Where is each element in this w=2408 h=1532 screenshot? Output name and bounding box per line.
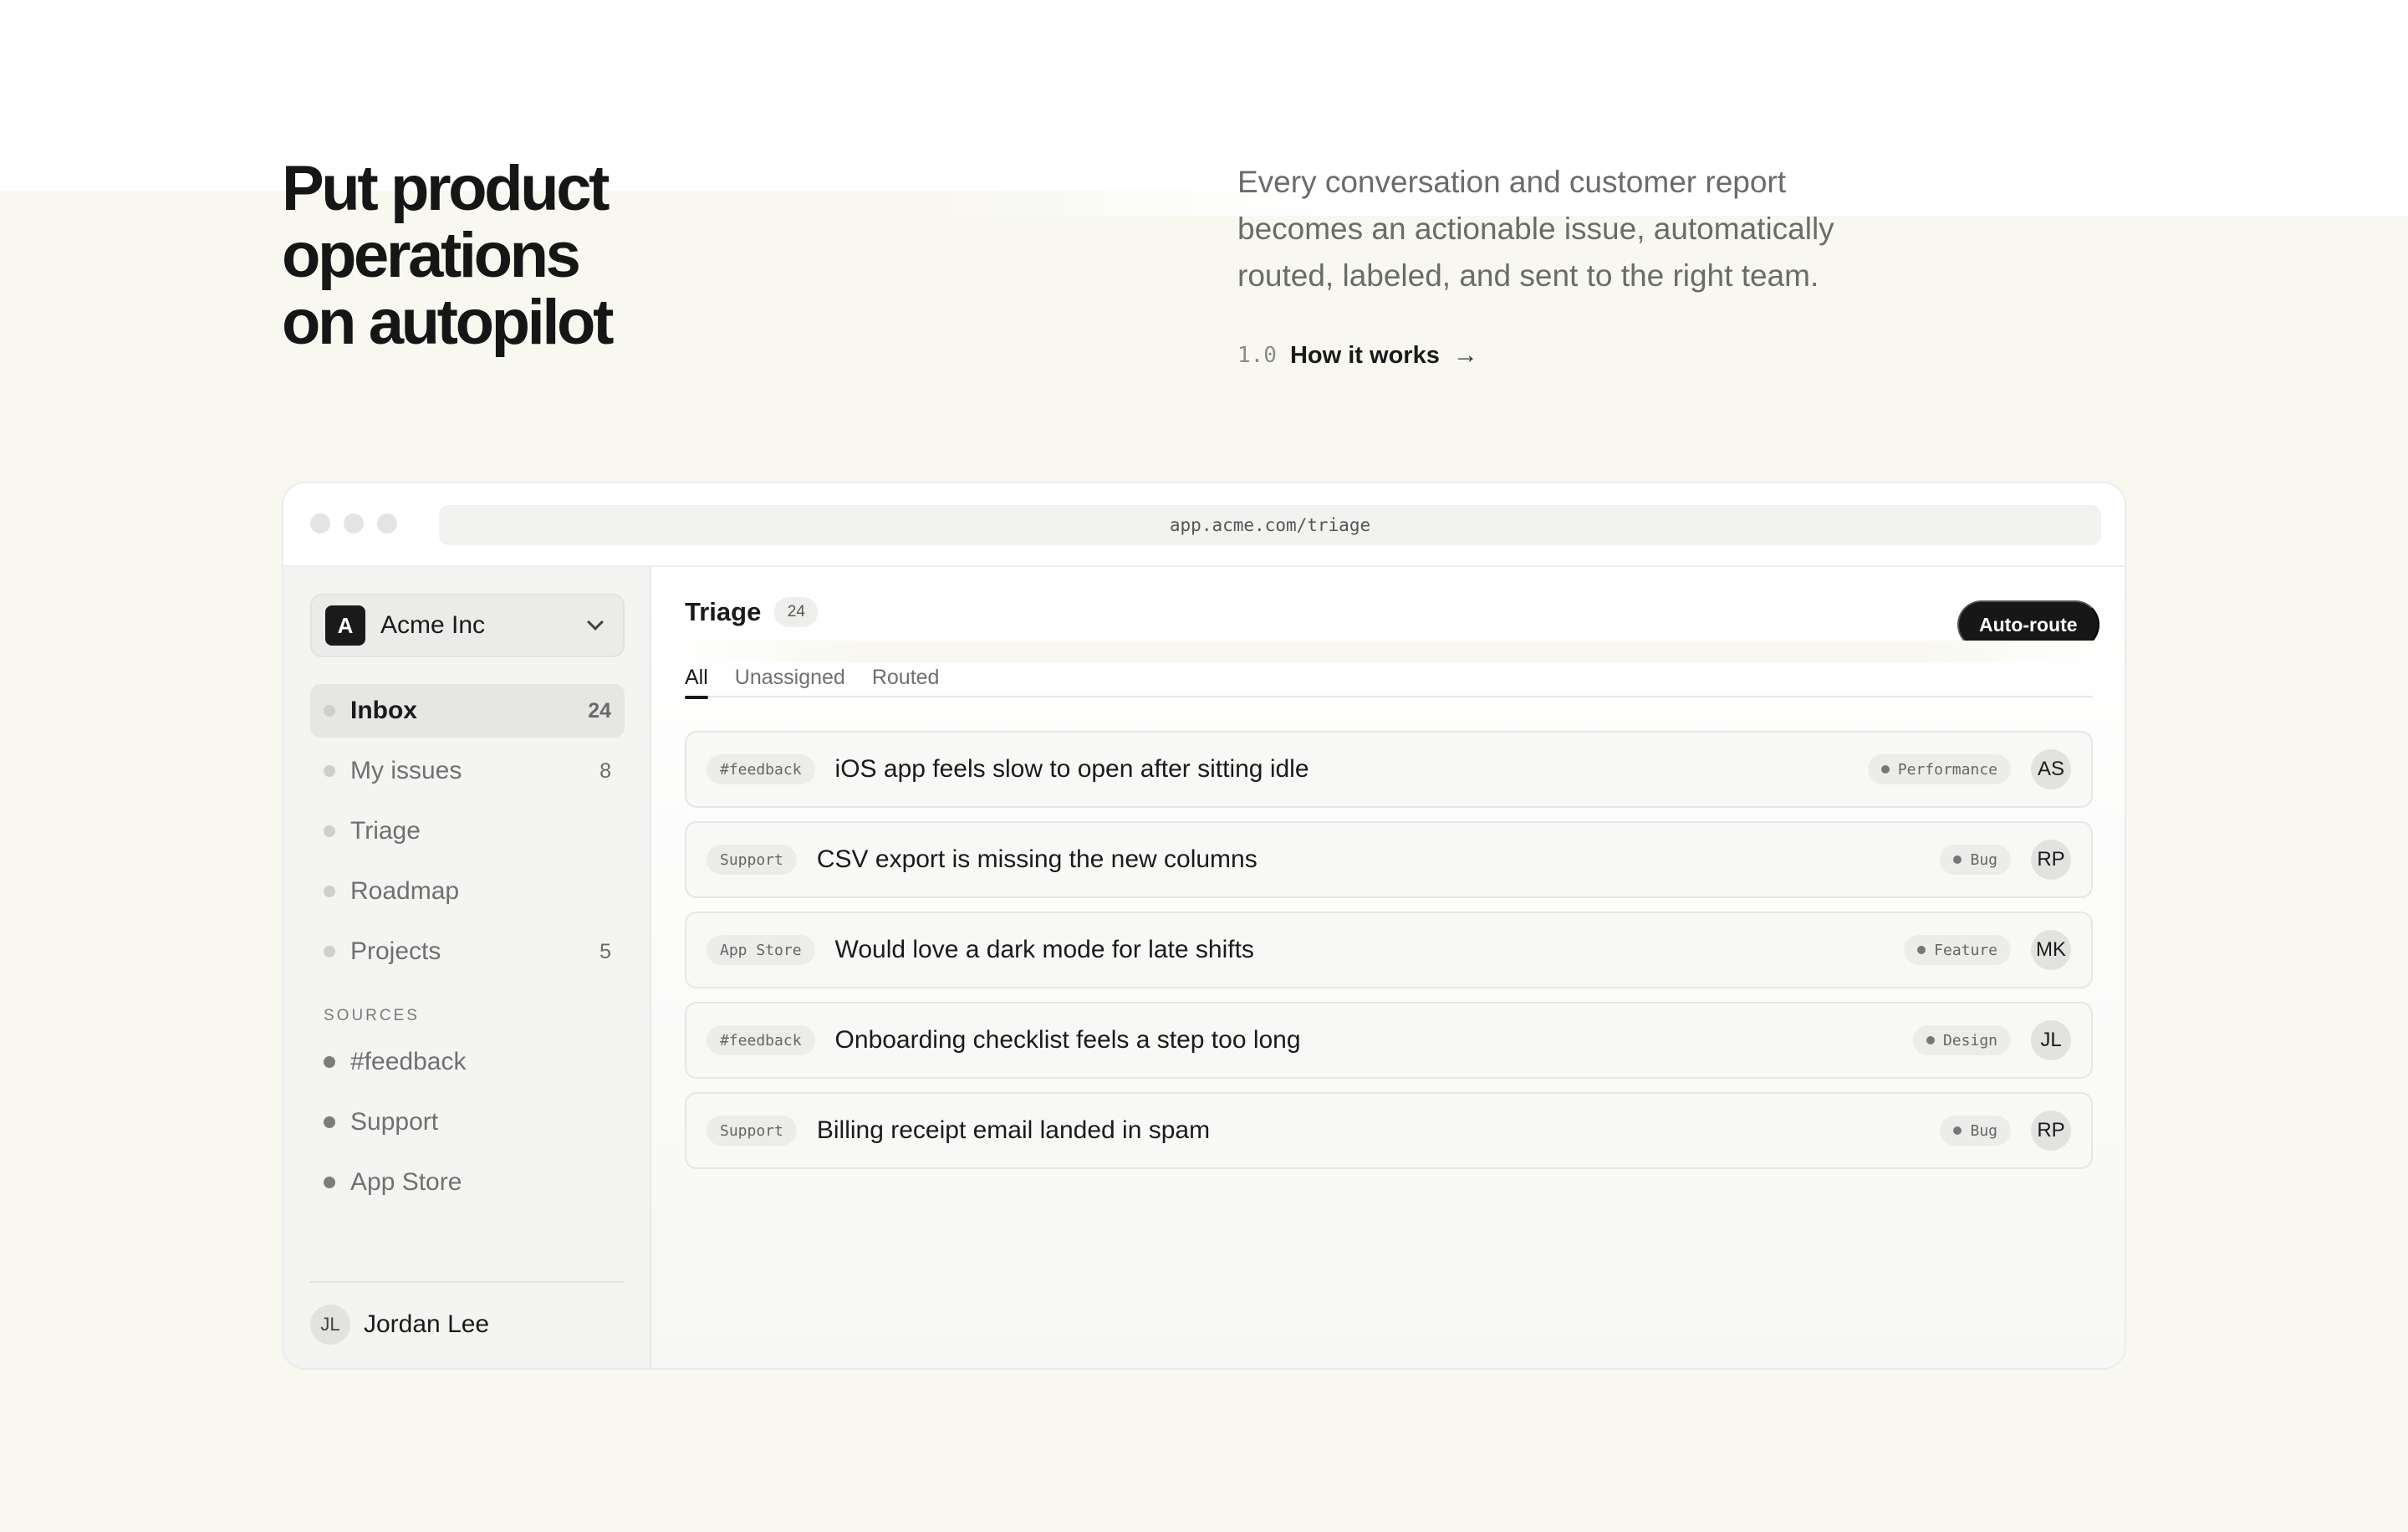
source-item-support[interactable]: Support [310,1095,625,1149]
sidebar-item-triage[interactable]: Triage [310,804,625,858]
issue-title: CSV export is missing the new columns [816,845,1258,873]
arrow-right-icon: → [1452,341,1478,369]
bullet-icon [324,886,335,897]
label-text: Performance [1897,760,1997,779]
sidebar-item-inbox[interactable]: Inbox 24 [310,684,625,738]
label-dot-icon [1926,1036,1935,1044]
sidebar-item-roadmap[interactable]: Roadmap [310,865,625,918]
count-badge: 24 [774,597,819,627]
page-title: Triage [685,597,762,626]
hero-title-line-1: Put product operations [282,153,610,291]
label-text: Bug [1970,850,1997,869]
source-item-label: App Store [350,1168,462,1196]
assignee-avatar[interactable]: MK [2031,930,2071,970]
user-name: Jordan Lee [364,1310,490,1338]
issue-row[interactable]: App Store Would love a dark mode for lat… [685,912,2093,988]
label-tag[interactable]: Bug [1940,845,2011,875]
issue-title: Billing receipt email landed in spam [816,1116,1211,1144]
source-tag: App Store [707,935,815,965]
label-dot-icon [1880,765,1890,774]
sidebar-item-label: Projects [350,937,441,965]
how-it-works-number: 1.0 [1237,343,1277,368]
bullet-icon [324,946,335,958]
label-text: Design [1942,1031,1997,1049]
bullet-icon [324,1116,335,1128]
bullet-icon [324,1177,335,1188]
assignee-avatar[interactable]: AS [2031,749,2071,789]
source-item-app-store[interactable]: App Store [310,1156,625,1209]
header-band [651,641,2125,662]
bullet-icon [324,705,335,717]
issue-title: Would love a dark mode for late shifts [834,936,1254,963]
hero-title: Put product operations on autopilot [282,156,917,356]
source-item-label: Support [350,1108,439,1136]
issue-row[interactable]: Support CSV export is missing the new co… [685,821,2093,898]
sidebar-item-label: Triage [350,817,421,845]
sidebar-item-label: Roadmap [350,877,460,905]
hero-subtitle: Every conversation and customer report b… [1237,165,1834,293]
tab-routed[interactable]: Routed [872,661,940,696]
app-window: app.acme.com/triage A Acme Inc Inbox 24 … [282,482,2126,1370]
chevron-down-icon [587,614,604,631]
how-it-works-label: How it works [1289,341,1440,369]
label-text: Bug [1970,1121,1997,1140]
issue-row[interactable]: #feedback iOS app feels slow to open aft… [685,731,2093,808]
sidebar-item-count: 24 [588,698,611,723]
label-dot-icon [1953,855,1962,864]
label-tag[interactable]: Feature [1904,935,2011,965]
issue-title: Onboarding checklist feels a step too lo… [834,1026,1301,1054]
source-item-label: #feedback [350,1048,467,1075]
sidebar-item-count: 8 [599,758,611,783]
sidebar-item-my-issues[interactable]: My issues 8 [310,744,625,798]
browser-titlebar: app.acme.com/triage [283,483,2125,567]
label-tag[interactable]: Performance [1867,754,2011,784]
assignee-avatar[interactable]: RP [2031,1111,2071,1151]
triage-header: Triage 24 [685,597,819,627]
issue-list: #feedback iOS app feels slow to open aft… [685,731,2093,1182]
label-tag[interactable]: Bug [1940,1116,2011,1146]
label-dot-icon [1917,946,1926,954]
how-it-works-link[interactable]: 1.0 How it works → [1237,341,1478,370]
issue-row[interactable]: Support Billing receipt email landed in … [685,1092,2093,1169]
source-tag: #feedback [707,754,815,784]
sidebar-item-projects[interactable]: Projects 5 [310,925,625,978]
bullet-icon [324,765,335,777]
address-bar[interactable]: app.acme.com/triage [439,505,2101,545]
sidebar-item-label: My issues [350,757,462,784]
user-profile[interactable]: JL Jordan Lee [310,1305,489,1345]
bullet-icon [324,1056,335,1068]
source-tag: Support [707,1116,797,1146]
triage-panel: Triage 24 Auto-route All Unassigned Rout… [651,567,2125,1368]
assignee-avatar[interactable]: RP [2031,840,2071,880]
sidebar-nav: Inbox 24 My issues 8 Triage Roadmap Proj… [310,684,625,985]
label-dot-icon [1953,1126,1962,1135]
issue-row[interactable]: #feedback Onboarding checklist feels a s… [685,1002,2093,1079]
window-control-dot[interactable] [310,513,330,534]
hero-title-line-2: on autopilot [282,287,614,358]
source-tag: #feedback [707,1025,815,1055]
workspace-name: Acme Inc [380,611,486,639]
source-tag: Support [707,845,797,875]
sources-list: #feedback Support App Store [310,1035,625,1216]
bullet-icon [324,825,335,837]
avatar: JL [310,1305,350,1345]
sidebar: A Acme Inc Inbox 24 My issues 8 Triage R… [283,567,651,1368]
tab-all[interactable]: All [685,661,708,699]
tab-unassigned[interactable]: Unassigned [735,661,845,696]
label-text: Feature [1934,941,1997,959]
sources-heading: SOURCES [324,1007,420,1024]
assignee-avatar[interactable]: JL [2031,1020,2071,1060]
workspace-switcher[interactable]: A Acme Inc [310,594,625,657]
issue-title: iOS app feels slow to open after sitting… [834,755,1309,783]
workspace-logo: A [325,605,365,646]
sidebar-item-count: 5 [599,939,611,963]
window-control-dot[interactable] [377,513,397,534]
label-tag[interactable]: Design [1912,1025,2011,1055]
source-item-feedback[interactable]: #feedback [310,1035,625,1089]
sidebar-divider [310,1281,625,1283]
triage-tabs: All Unassigned Routed [685,661,2093,699]
window-control-dot[interactable] [344,513,364,534]
sidebar-item-label: Inbox [350,697,417,724]
